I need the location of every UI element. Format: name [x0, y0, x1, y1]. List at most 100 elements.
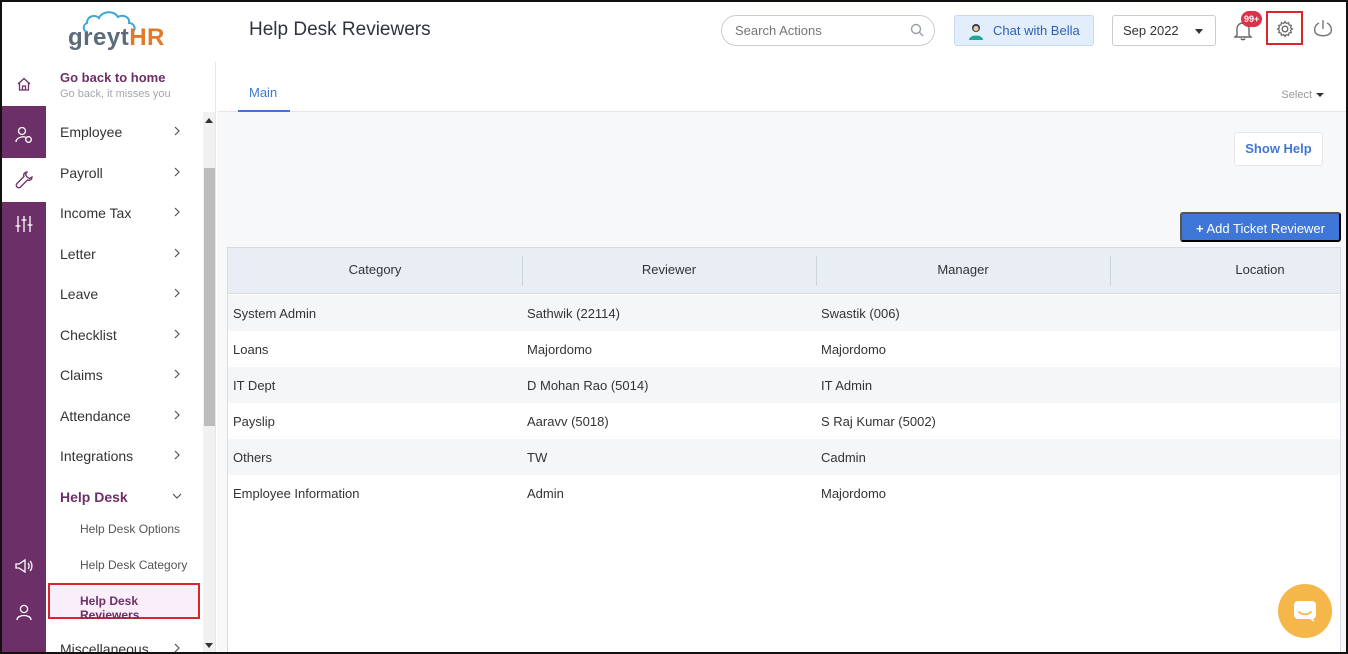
search-icon[interactable]: [910, 23, 924, 37]
sidebar-scroll-thumb[interactable]: [204, 168, 215, 426]
sidebar-subitem-label: Help Desk Options: [80, 522, 181, 536]
caret-down-icon: [1316, 93, 1324, 98]
table-row[interactable]: IT Dept D Mohan Rao (5014) IT Admin: [228, 367, 1340, 403]
sidebar-item-integrations[interactable]: Integrations: [46, 436, 204, 476]
megaphone-icon: [15, 558, 33, 574]
sidebar-subitem-label: Help Desk Reviewers: [80, 594, 140, 622]
sidebar-item-label: Attendance: [60, 408, 131, 424]
cell-category: IT Dept: [233, 378, 276, 393]
sidebar-item-payroll[interactable]: Payroll: [46, 153, 204, 193]
scroll-down-arrow-icon[interactable]: [205, 643, 213, 648]
cell-reviewer: Majordomo: [527, 342, 593, 357]
chevron-right-icon: [174, 410, 180, 420]
rail-home-button[interactable]: [2, 62, 46, 106]
tab-main[interactable]: Main: [238, 62, 290, 112]
sidebar-item-label: Claims: [60, 367, 103, 383]
sidebar-subitem-help-desk-category[interactable]: Help Desk Category: [46, 547, 200, 583]
sidebar-scrollbar[interactable]: [203, 112, 215, 652]
column-header-manager[interactable]: Manager: [816, 248, 1110, 294]
period-value: Sep 2022: [1123, 23, 1179, 38]
chevron-right-icon: [174, 207, 180, 217]
rail-sliders-button[interactable]: [2, 202, 46, 246]
gear-icon: [1276, 20, 1294, 38]
add-ticket-reviewer-label: Add Ticket Reviewer: [1206, 221, 1326, 236]
sidebar-item-label: Payroll: [60, 165, 103, 181]
logo-text: greytHR: [68, 24, 165, 51]
sidebar-item-income-tax[interactable]: Income Tax: [46, 193, 204, 233]
period-dropdown[interactable]: Sep 2022: [1112, 15, 1216, 46]
logo[interactable]: greytHR: [68, 10, 172, 54]
cell-manager: Swastik (006): [821, 306, 900, 321]
column-header-location[interactable]: Location: [1110, 248, 1346, 294]
scroll-up-arrow-icon[interactable]: [205, 118, 213, 123]
show-help-button[interactable]: Show Help: [1234, 132, 1323, 166]
tab-bar: Main Select: [217, 62, 1346, 112]
chevron-right-icon: [174, 248, 180, 258]
cell-reviewer: D Mohan Rao (5014): [527, 378, 649, 393]
add-ticket-reviewer-button[interactable]: + Add Ticket Reviewer: [1180, 212, 1341, 242]
table-row[interactable]: Others TW Cadmin: [228, 439, 1340, 475]
go-back-title: Go back to home: [60, 70, 166, 85]
cell-category: Payslip: [233, 414, 275, 429]
sidebar-item-claims[interactable]: Claims: [46, 355, 204, 395]
column-header-category[interactable]: Category: [228, 248, 522, 294]
user-icon: [16, 604, 32, 621]
sidebar-item-label: Help Desk: [60, 489, 128, 505]
chevron-down-icon: [172, 493, 182, 499]
table-row[interactable]: Loans Majordomo Majordomo: [228, 331, 1340, 367]
cell-manager: IT Admin: [821, 378, 873, 393]
sidebar-item-letter[interactable]: Letter: [46, 234, 204, 274]
chevron-right-icon: [174, 288, 180, 298]
go-back-subtitle: Go back, it misses you: [60, 88, 171, 100]
settings-button[interactable]: [1266, 11, 1303, 45]
icon-rail: [2, 62, 46, 652]
rail-tools-button[interactable]: [2, 158, 46, 202]
chat-with-bella-button[interactable]: Chat with Bella: [954, 15, 1094, 46]
cell-reviewer: Admin: [527, 486, 564, 501]
cell-manager: Cadmin: [821, 450, 866, 465]
sidebar-item-leave[interactable]: Leave: [46, 274, 204, 314]
chevron-right-icon: [174, 126, 180, 136]
table-row[interactable]: Payslip Aaravv (5018) S Raj Kumar (5002): [228, 403, 1340, 439]
sidebar-item-miscellaneous[interactable]: Miscellaneous: [46, 629, 204, 654]
cell-category: Others: [233, 450, 273, 465]
go-back-home-link[interactable]: Go back to home Go back, it misses you: [60, 70, 171, 100]
sidebar-item-label: Letter: [60, 246, 96, 262]
rail-profile-button[interactable]: [2, 590, 46, 634]
cell-category: Loans: [233, 342, 269, 357]
chat-icon: [1294, 601, 1316, 622]
rail-announcements-button[interactable]: [2, 544, 46, 588]
table-row[interactable]: System Admin Sathwik (22114) Swastik (00…: [228, 295, 1340, 331]
cell-manager: S Raj Kumar (5002): [821, 414, 936, 429]
search-input[interactable]: [721, 15, 935, 46]
chevron-right-icon: [174, 329, 180, 339]
notification-badge: 99+: [1241, 11, 1263, 27]
cell-reviewer: Aaravv (5018): [527, 414, 609, 429]
caret-down-icon: [1195, 29, 1203, 34]
table-header: Category Reviewer Manager Location: [228, 248, 1340, 294]
rail-employee-settings-button[interactable]: [2, 113, 46, 157]
sidebar-item-attendance[interactable]: Attendance: [46, 396, 204, 436]
cell-reviewer: TW: [527, 450, 548, 465]
sidebar-item-label: Leave: [60, 286, 99, 302]
top-header: greytHR Help Desk Reviewers Chat with Be…: [2, 2, 1346, 62]
sidebar-item-checklist[interactable]: Checklist: [46, 315, 204, 355]
sidebar-item-label: Miscellaneous: [60, 641, 149, 654]
table-row[interactable]: Employee Information Admin Majordomo: [228, 475, 1340, 511]
select-dropdown[interactable]: Select: [1281, 89, 1324, 101]
chevron-right-icon: [174, 369, 180, 379]
sidebar-subitem-help-desk-reviewers[interactable]: Help Desk Reviewers: [48, 583, 200, 622]
sidebar-subitem-help-desk-options[interactable]: Help Desk Options: [46, 511, 200, 547]
sidebar-item-employee[interactable]: Employee: [46, 112, 204, 152]
column-header-reviewer[interactable]: Reviewer: [522, 248, 816, 294]
sidebar-item-label: Integrations: [60, 448, 134, 464]
wrench-icon: [15, 171, 33, 189]
power-icon[interactable]: [1312, 18, 1334, 40]
tab-label: Main: [249, 85, 278, 100]
reviewers-table: Category Reviewer Manager Location Syste…: [227, 247, 1341, 652]
live-chat-launcher[interactable]: [1278, 584, 1332, 638]
cell-manager: Majordomo: [821, 342, 887, 357]
cell-reviewer: Sathwik (22114): [527, 306, 620, 321]
select-label: Select: [1281, 89, 1312, 101]
main-content: Main Select Show Help + Add Ticket Revie…: [217, 62, 1346, 652]
